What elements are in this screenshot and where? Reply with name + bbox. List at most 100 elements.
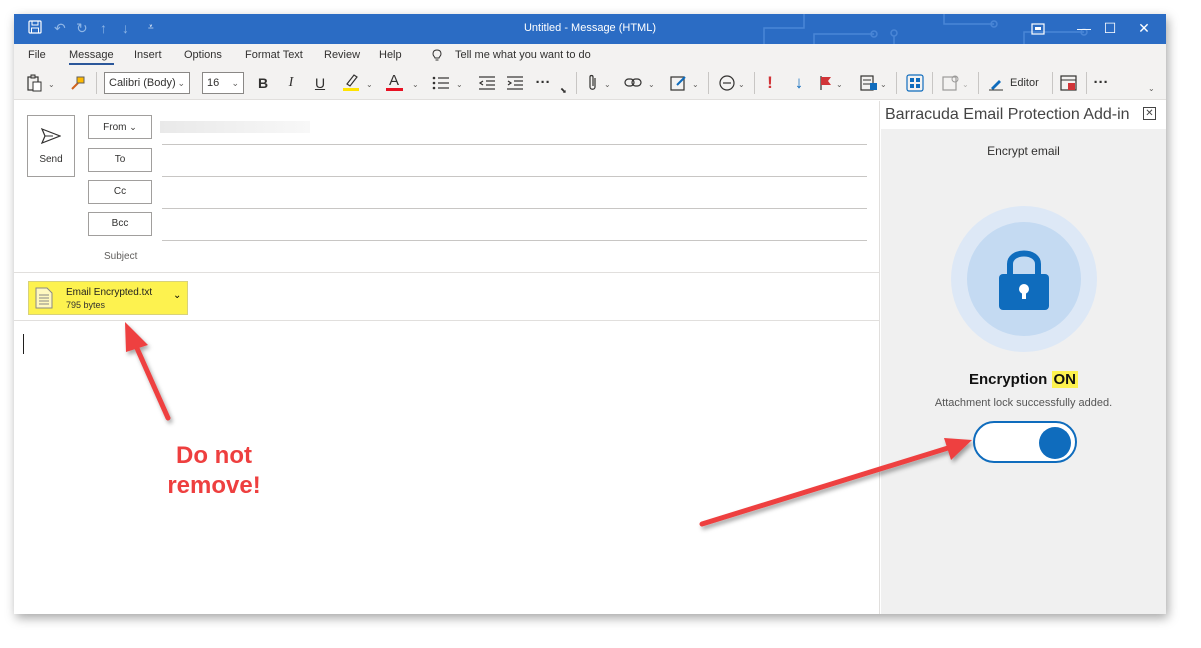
chevron-down-icon: ⌄ <box>177 78 185 88</box>
from-address-redacted <box>160 121 310 133</box>
cc-button[interactable]: Cc <box>88 180 152 204</box>
font-size-select[interactable]: 16 ⌄ <box>202 72 244 94</box>
italic-button[interactable]: I <box>282 72 300 94</box>
increase-indent-icon[interactable] <box>504 72 526 94</box>
send-button[interactable]: Send <box>27 115 75 177</box>
separator <box>932 72 933 94</box>
more-format-button[interactable]: ··· <box>532 72 554 94</box>
signature-icon[interactable] <box>668 72 690 94</box>
font-name-select[interactable]: Calibri (Body) ⌄ <box>104 72 190 94</box>
addin-title: Barracuda Email Protection Add-in <box>885 106 1130 123</box>
title-bar: ↶ ↻ ↑ ↓ ⩡ Untitled - Message (HTML) — ☐ … <box>14 14 1166 44</box>
encryption-status-value: ON <box>1051 371 1078 388</box>
separator <box>754 72 755 94</box>
bold-button[interactable]: B <box>254 72 272 94</box>
bcc-field[interactable] <box>162 240 867 241</box>
barracuda-addin-pane: Barracuda Email Protection Add-in ✕ Encr… <box>881 101 1166 614</box>
font-color-swatch <box>386 88 403 91</box>
viva-insights-icon[interactable] <box>940 72 962 94</box>
collapse-ribbon-icon[interactable]: ⌄ <box>1148 78 1155 100</box>
dictate-dropdown-icon[interactable]: ⌄ <box>738 74 745 96</box>
menu-message[interactable]: Message <box>69 49 114 65</box>
chevron-down-icon: ⌄ <box>231 78 239 88</box>
from-button[interactable]: From ⌄ <box>88 115 152 139</box>
text-file-icon <box>35 287 53 309</box>
attachment-menu-chevron-icon[interactable]: ⌄ <box>173 290 181 301</box>
annotation-line2: remove! <box>167 472 261 499</box>
separator <box>96 72 97 94</box>
highlight-icon[interactable] <box>340 72 362 94</box>
flag-icon[interactable] <box>816 72 836 94</box>
close-pane-icon[interactable]: ✕ <box>1143 107 1156 120</box>
menu-options[interactable]: Options <box>184 49 222 61</box>
bullets-icon[interactable] <box>430 72 452 94</box>
separator <box>896 72 897 94</box>
signature-dropdown-icon[interactable]: ⌄ <box>692 74 699 96</box>
encryption-status: Encryption ON <box>881 371 1166 388</box>
font-color-button[interactable]: A <box>384 72 406 94</box>
separator <box>576 72 577 94</box>
attach-dropdown-icon[interactable]: ⌄ <box>604 74 611 96</box>
flag-dropdown-icon[interactable]: ⌄ <box>836 74 843 96</box>
more-commands-button[interactable]: ··· <box>1090 72 1112 94</box>
encryption-message: Attachment lock successfully added. <box>934 397 1113 409</box>
menu-help[interactable]: Help <box>379 49 402 61</box>
to-field[interactable] <box>162 176 867 177</box>
do-not-remove-annotation: Do not remove! <box>134 441 294 501</box>
dictate-icon[interactable] <box>716 72 738 94</box>
format-painter-icon[interactable] <box>68 72 88 94</box>
lock-icon <box>999 250 1049 310</box>
cc-field[interactable] <box>162 208 867 209</box>
outlook-message-window: ↶ ↻ ↑ ↓ ⩡ Untitled - Message (HTML) — ☐ … <box>14 14 1166 614</box>
separator <box>708 72 709 94</box>
menu-insert[interactable]: Insert <box>134 49 162 61</box>
attachment-size: 795 bytes <box>66 300 106 310</box>
font-size-value: 16 <box>207 77 220 89</box>
paste-dropdown-icon[interactable]: ⌄ <box>48 74 55 96</box>
menu-bar: File Message Insert Options Format Text … <box>14 44 1166 66</box>
decrease-indent-icon[interactable] <box>476 72 498 94</box>
attachment-name: Email Encrypted.txt <box>66 287 153 298</box>
font-name-value: Calibri (Body) <box>109 77 176 89</box>
bcc-button[interactable]: Bcc <box>88 212 152 236</box>
link-dropdown-icon[interactable]: ⌄ <box>648 74 655 96</box>
toggle-knob <box>1039 427 1071 459</box>
lightbulb-icon <box>432 49 442 64</box>
attachment-chip[interactable]: Email Encrypted.txt 795 bytes ⌄ <box>28 281 188 315</box>
low-importance-icon[interactable]: ↓ <box>790 72 808 94</box>
send-icon <box>41 128 61 144</box>
apps-icon[interactable] <box>904 72 926 94</box>
editor-pen-icon <box>989 80 1003 91</box>
close-button[interactable]: ✕ <box>1122 14 1166 44</box>
paste-icon[interactable] <box>24 72 44 94</box>
viva-dropdown-icon[interactable]: ⌄ <box>962 74 969 96</box>
bullets-dropdown-icon[interactable]: ⌄ <box>456 74 463 96</box>
link-icon[interactable] <box>622 72 644 94</box>
compose-pane: Send From ⌄ To Cc Bcc Subject Email Encr… <box>14 101 880 614</box>
encryption-toggle[interactable] <box>973 421 1077 463</box>
editor-button[interactable]: Editor <box>986 72 1048 94</box>
dialog-launcher-icon[interactable]: ⬊ <box>560 80 567 102</box>
sensitivity-icon[interactable] <box>858 72 880 94</box>
barracuda-addin-icon[interactable] <box>1058 72 1080 94</box>
underline-button[interactable]: U <box>311 72 329 94</box>
editor-label: Editor <box>1010 77 1039 89</box>
attach-file-icon[interactable] <box>584 72 602 94</box>
addin-header: Barracuda Email Protection Add-in ✕ <box>881 101 1166 129</box>
menu-file[interactable]: File <box>28 49 46 61</box>
to-button[interactable]: To <box>88 148 152 172</box>
high-importance-icon[interactable]: ! <box>762 72 778 94</box>
addin-heading: Encrypt email <box>987 144 1060 158</box>
highlight-dropdown-icon[interactable]: ⌄ <box>366 74 373 96</box>
menu-review[interactable]: Review <box>324 49 360 61</box>
from-label: From <box>103 122 127 133</box>
restore-ribbon-icon[interactable] <box>1016 14 1060 44</box>
separator <box>1086 72 1087 94</box>
font-color-dropdown-icon[interactable]: ⌄ <box>412 74 419 96</box>
menu-format-text[interactable]: Format Text <box>245 49 303 61</box>
sensitivity-dropdown-icon[interactable]: ⌄ <box>880 74 887 96</box>
separator <box>1052 72 1053 94</box>
addin-body: Encrypt email Encryption ON Attachment l… <box>881 129 1166 614</box>
header-divider <box>14 272 880 273</box>
tell-me-search[interactable]: Tell me what you want to do <box>455 49 591 61</box>
